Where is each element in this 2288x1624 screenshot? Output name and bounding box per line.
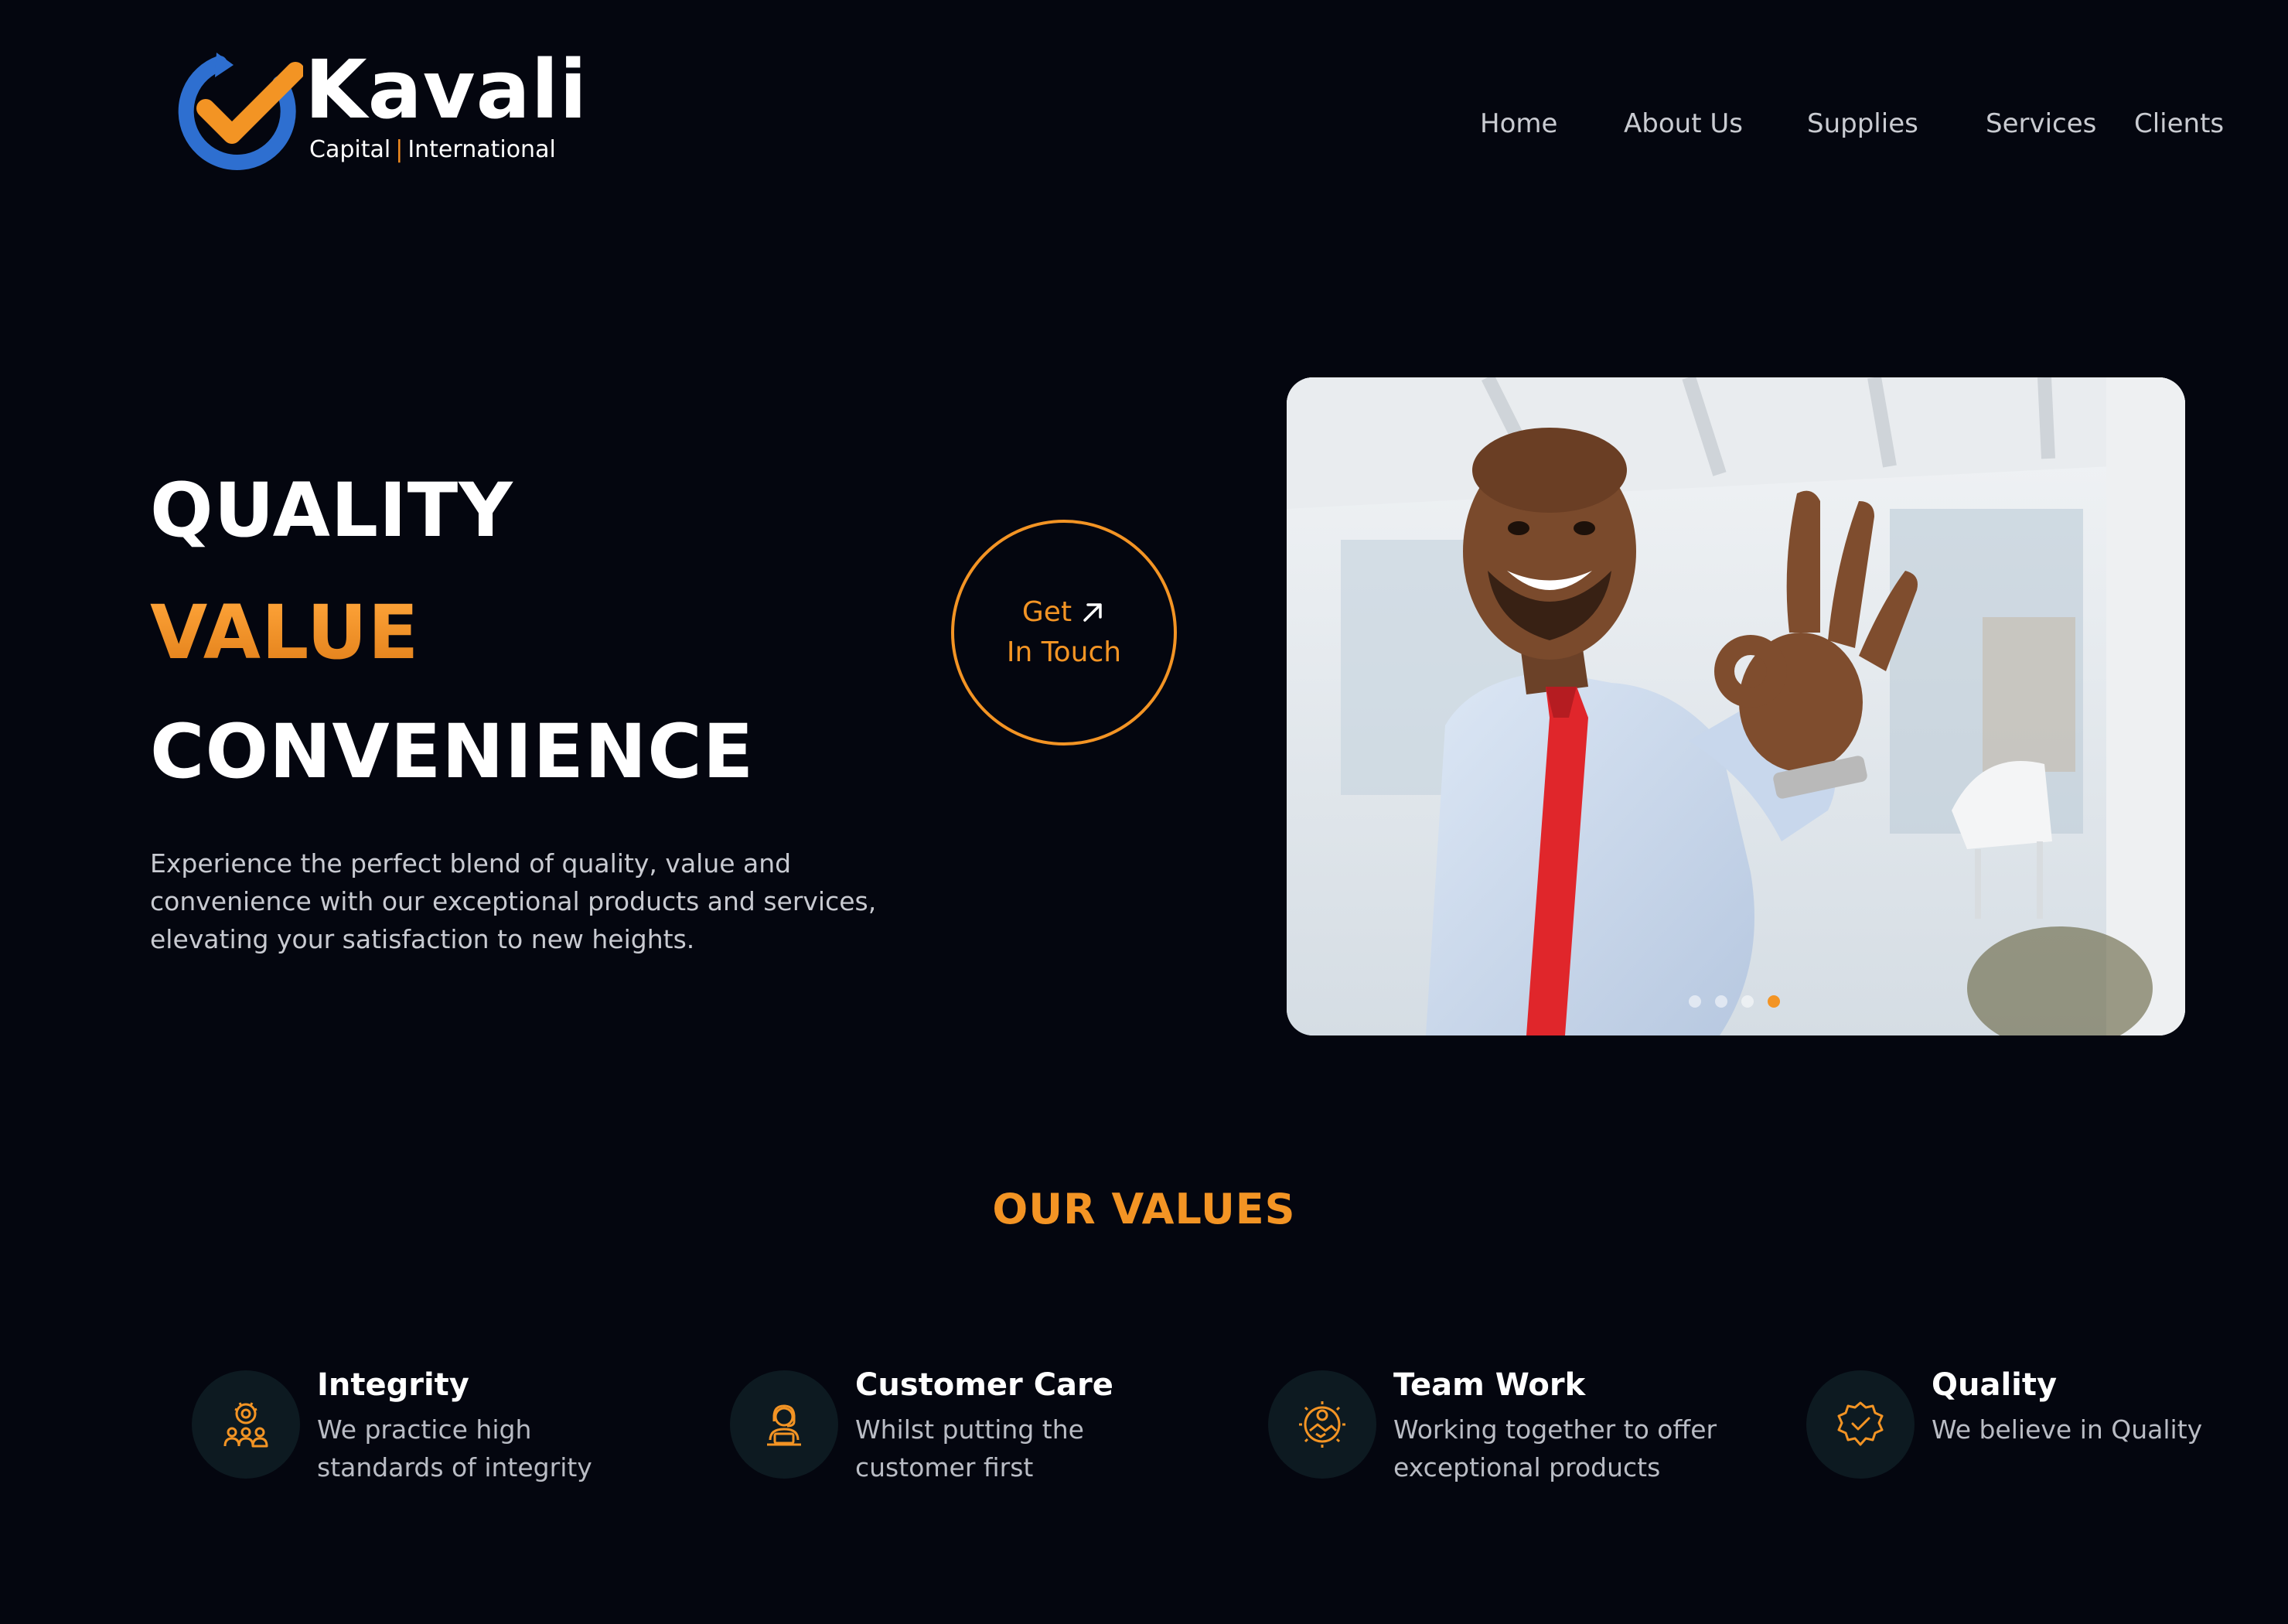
tagline-left: Capital (309, 136, 391, 163)
tagline-right: International (407, 136, 556, 163)
handshake-gear-icon (1268, 1370, 1376, 1479)
verified-badge-icon (1806, 1370, 1915, 1479)
value-title: Integrity (317, 1367, 469, 1403)
carousel-dots (1689, 995, 1780, 1008)
cta-label-line2: In Touch (1006, 636, 1122, 668)
value-description: Working together to offer exceptional pr… (1393, 1414, 1717, 1482)
brand-logo[interactable]: Kavali Capital | International (172, 45, 605, 176)
value-description: Whilst putting the customer first (855, 1414, 1084, 1482)
nav-about-us[interactable]: About Us (1624, 108, 1743, 139)
carousel-dot[interactable] (1689, 995, 1701, 1008)
values-heading: OUR VALUES (992, 1185, 1296, 1233)
nav-home[interactable]: Home (1480, 108, 1557, 139)
carousel-dot-active[interactable] (1768, 995, 1780, 1008)
value-card-customer-care: Customer Care Whilst putting the custome… (730, 1367, 1225, 1553)
tagline-separator: | (395, 136, 404, 163)
hero-word-value: VALUE (150, 589, 420, 676)
logo-check-circle-icon (178, 53, 303, 170)
cta-label-line1: Get (1021, 596, 1072, 628)
hero-word-convenience: CONVENIENCE (150, 708, 755, 795)
hero-image-smiling-businessman (1287, 377, 2185, 1035)
value-description: We believe in Quality (1932, 1414, 2203, 1445)
hero-word-quality: QUALITY (150, 467, 513, 554)
brand-name: Kavali (305, 43, 588, 137)
arrow-up-right-icon (1083, 603, 1102, 622)
get-in-touch-button[interactable]: Get In Touch (951, 520, 1177, 745)
value-card-quality: Quality We believe in Quality (1806, 1367, 2288, 1553)
nav-services[interactable]: Services (1986, 108, 2096, 139)
brand-tagline: Capital | International (309, 136, 556, 163)
value-description: We practice high standards of integrity (317, 1414, 592, 1482)
carousel-dot[interactable] (1715, 995, 1727, 1008)
award-team-icon (192, 1370, 300, 1479)
carousel-dot[interactable] (1741, 995, 1754, 1008)
value-title: Team Work (1393, 1367, 1586, 1403)
support-agent-icon (730, 1370, 838, 1479)
hero-illustration (1287, 377, 2185, 1035)
nav-clients[interactable]: Clients (2134, 108, 2224, 139)
value-card-integrity: Integrity We practice high standards of … (192, 1367, 687, 1553)
nav-supplies[interactable]: Supplies (1807, 108, 1918, 139)
hero-description: Experience the perfect blend of quality,… (150, 848, 877, 954)
value-card-team-work: Team Work Working together to offer exce… (1268, 1367, 1763, 1553)
value-title: Customer Care (855, 1367, 1113, 1403)
value-title: Quality (1932, 1367, 2058, 1403)
